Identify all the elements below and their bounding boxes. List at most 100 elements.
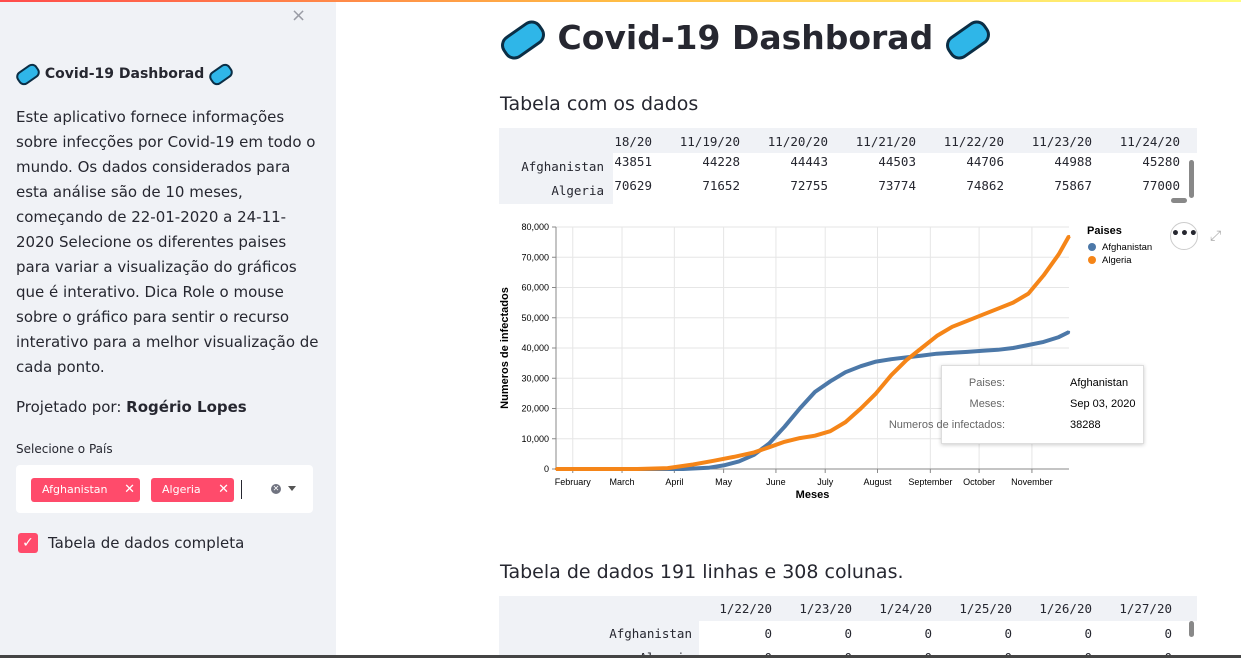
- column-header: 11/24/20: [1119, 134, 1180, 149]
- author-line: Projetado por: Rogério Lopes: [16, 398, 247, 416]
- pill-icon: [941, 15, 995, 64]
- sidebar: × Covid-19 Dashborad Este aplicativo for…: [0, 2, 336, 658]
- data-point: [691, 463, 695, 466]
- data-table-full[interactable]: 1/22/20 1/23/20 1/24/20 1/25/20 1/26/20 1/27/…: [499, 596, 1197, 658]
- column-header: 11/19/20: [679, 134, 740, 149]
- pill-icon: [207, 60, 236, 88]
- data-point: [996, 348, 1000, 352]
- data-point: [981, 349, 984, 352]
- table-cell: 72755: [790, 178, 828, 193]
- data-point: [783, 440, 786, 443]
- data-point: [707, 466, 710, 469]
- data-point: [829, 429, 832, 433]
- y-tick-label: 70,000: [521, 252, 549, 262]
- data-point: [1057, 253, 1061, 256]
- tooltip-key: Meses:: [969, 398, 1005, 410]
- data-point: [935, 334, 939, 338]
- full-table-checkbox[interactable]: ✓: [18, 533, 38, 553]
- author-prefix: Projetado por:: [16, 398, 122, 416]
- sidebar-title: Covid-19 Dashborad: [13, 60, 236, 88]
- data-point: [813, 390, 817, 394]
- table-cell: 44706: [966, 154, 1004, 169]
- country-select-label: Selecione o País: [16, 442, 113, 456]
- data-point: [752, 451, 756, 454]
- data-point: [722, 464, 725, 467]
- data-point: [798, 407, 802, 410]
- table-cell: 74862: [966, 178, 1004, 193]
- data-point: [844, 420, 847, 424]
- tooltip-value: 38288: [1070, 419, 1101, 431]
- text-cursor: [241, 480, 242, 499]
- column-header: 1/24/20: [879, 601, 932, 616]
- data-point: [1057, 335, 1061, 339]
- data-point: [890, 374, 893, 377]
- data-point: [1027, 292, 1030, 295]
- data-point: [636, 467, 639, 471]
- chart-tooltip: Paises: Afghanistan Meses: Sep 03, 2020 …: [889, 365, 1144, 444]
- data-point: [844, 371, 847, 374]
- vertical-scrollbar[interactable]: [1189, 160, 1194, 198]
- y-tick-label: 0: [544, 464, 549, 474]
- chevron-down-icon[interactable]: [288, 486, 296, 491]
- data-point: [1042, 274, 1045, 277]
- column-header: 1/22/20: [719, 601, 772, 616]
- x-tick-label: March: [610, 477, 635, 487]
- country-multiselect[interactable]: Afghanistan ✕ Algeria ✕ ✕: [16, 465, 313, 513]
- data-point: [712, 459, 715, 463]
- remove-tag-icon[interactable]: ✕: [124, 478, 135, 502]
- y-tick-label: 30,000: [521, 373, 549, 383]
- data-point: [920, 346, 923, 350]
- column-header: 1/23/20: [799, 601, 852, 616]
- y-tick-label: 60,000: [521, 283, 549, 293]
- data-point: [732, 455, 735, 459]
- data-point: [681, 467, 685, 471]
- chart-svg[interactable]: 0 10,000 20,000 30,000 40,000 50,000 60,000 70,…: [499, 214, 1199, 514]
- vertical-scrollbar[interactable]: [1189, 621, 1194, 637]
- data-point: [1067, 330, 1071, 334]
- data-point: [920, 354, 923, 357]
- y-tick-label: 50,000: [521, 313, 549, 323]
- data-point: [798, 436, 802, 440]
- column-header: 18/20: [614, 134, 652, 149]
- remove-tag-icon[interactable]: ✕: [218, 478, 229, 502]
- tooltip-key: Paises:: [968, 377, 1005, 389]
- legend-symbol: [1088, 243, 1096, 251]
- x-tick-label: July: [817, 477, 834, 487]
- y-tick-label: 10,000: [521, 434, 549, 444]
- close-sidebar-icon[interactable]: ×: [291, 5, 306, 26]
- table-cell: 75867: [1054, 178, 1092, 193]
- chart-menu-button[interactable]: •••: [1170, 222, 1198, 250]
- data-point: [859, 364, 862, 368]
- data-table-summary[interactable]: 18/20 11/19/20 11/20/20 11/21/20 11/22/20 11/…: [499, 128, 1197, 204]
- column-header: 11/23/20: [1031, 134, 1092, 149]
- tooltip-value: Afghanistan: [1070, 377, 1129, 389]
- y-axis-title: Numeros de infectados: [499, 287, 511, 409]
- data-point: [966, 350, 969, 354]
- x-tick-label: May: [715, 477, 733, 487]
- selected-tag-afghanistan: Afghanistan ✕: [31, 478, 140, 502]
- clear-all-icon[interactable]: ✕: [271, 484, 281, 494]
- table-cell: 44443: [790, 154, 828, 169]
- data-point: [1011, 301, 1015, 304]
- tag-label: Afghanistan: [42, 483, 108, 496]
- line-chart[interactable]: 0 10,000 20,000 30,000 40,000 50,000 60,000 70,…: [499, 214, 1199, 514]
- data-point: [890, 357, 893, 361]
- legend-symbol: [1088, 256, 1096, 264]
- data-point: [1011, 346, 1015, 350]
- column-header: 1/27/20: [1119, 601, 1172, 616]
- table-cell: 45280: [1142, 154, 1180, 169]
- legend-label: Algeria: [1102, 255, 1132, 266]
- page-title: Covid-19 Dashborad: [496, 15, 995, 64]
- pill-icon: [496, 15, 550, 64]
- expand-icon[interactable]: ⤢: [1210, 228, 1221, 244]
- full-table-checkbox-label[interactable]: Tabela de dados completa: [48, 534, 244, 552]
- table-cell: 0: [1004, 626, 1012, 641]
- column-header: 11/21/20: [855, 134, 916, 149]
- table-cell: 0: [764, 626, 772, 641]
- y-tick-label: 80,000: [521, 222, 549, 232]
- author-name: Rogério Lopes: [126, 398, 247, 416]
- horizontal-scrollbar[interactable]: [1171, 198, 1187, 203]
- data-point: [966, 319, 969, 322]
- table2-heading: Tabela de dados 191 linhas e 308 colunas…: [500, 561, 904, 583]
- y-tick-label: 20,000: [521, 404, 549, 414]
